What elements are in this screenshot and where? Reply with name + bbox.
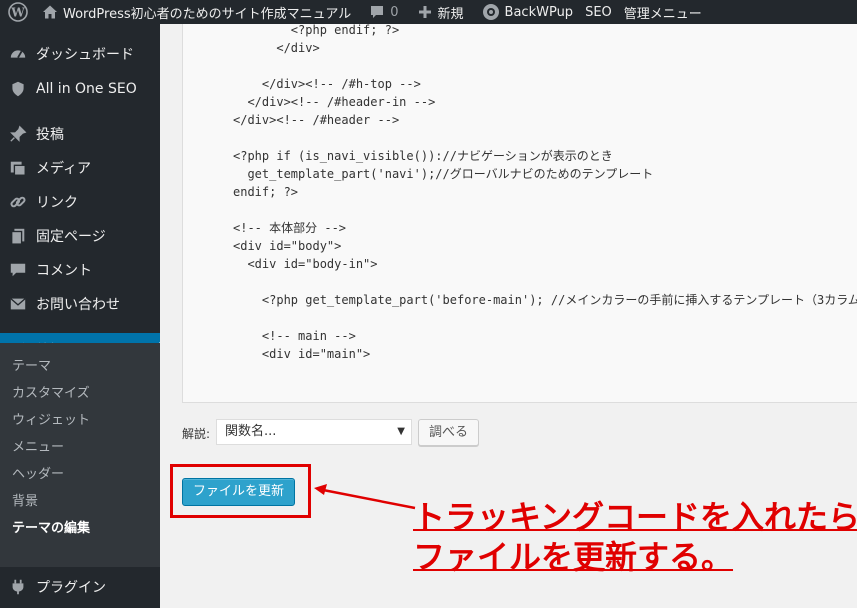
submenu-themes[interactable]: テーマ xyxy=(12,355,51,374)
menu-label: お問い合わせ xyxy=(36,297,120,313)
code-line: <div id="body"> xyxy=(233,239,342,253)
menu-label: ダッシュボード xyxy=(36,47,134,63)
mail-icon xyxy=(8,294,28,314)
home-icon xyxy=(43,5,57,19)
function-name-select[interactable]: 関数名... ▼ xyxy=(216,419,412,445)
seo-label: SEO xyxy=(585,4,612,20)
backwpup-icon xyxy=(482,4,499,20)
wordpress-logo-icon: W xyxy=(8,2,28,22)
code-line: <div id="main"> xyxy=(233,347,371,361)
annotation-arrow xyxy=(314,484,416,510)
admin-menu-link[interactable]: 管理メニュー xyxy=(618,0,708,24)
menu-label: リンク xyxy=(36,195,78,211)
new-content-link[interactable]: 新規 xyxy=(405,0,470,24)
doc-lookup-label: 解説: xyxy=(182,427,211,441)
menu-plugins[interactable]: プラグイン xyxy=(0,570,160,604)
backwpup-label: BackWPup xyxy=(504,4,574,20)
media-icon xyxy=(8,158,28,178)
comment-icon xyxy=(8,260,28,280)
shield-icon xyxy=(8,79,28,99)
menu-label: 固定ページ xyxy=(36,229,106,245)
code-line: <?php endif; ?> xyxy=(233,24,400,37)
annotation-line-2: ファイルを更新する。 xyxy=(413,538,734,576)
plugin-icon xyxy=(8,577,28,597)
admin-sidebar: ダッシュボード All in One SEO 投稿 メディア リンク 固定ページ xyxy=(0,24,160,608)
code-content[interactable]: <?php endif; ?> </div> </div><!-- /#h-to… xyxy=(233,24,857,363)
admin-bar: W WordPress初心者のためのサイト作成マニュアル 0 新規 BackWP… xyxy=(0,0,857,24)
wordpress-logo[interactable]: W xyxy=(0,0,38,24)
menu-pages[interactable]: 固定ページ xyxy=(0,219,160,253)
menu-media[interactable]: メディア xyxy=(0,151,160,185)
menu-posts[interactable]: 投稿 xyxy=(0,117,160,151)
dashboard-icon xyxy=(8,44,28,64)
seo-link[interactable]: SEO xyxy=(579,0,618,24)
code-line: </div><!-- /#h-top --> xyxy=(233,77,421,91)
code-line: <?php if (is_navi_visible())://ナビゲーションが表… xyxy=(233,149,613,163)
lookup-button[interactable]: 調べる xyxy=(418,419,479,446)
code-line: <!-- main --> xyxy=(233,329,356,343)
backwpup-link[interactable]: BackWPup xyxy=(470,0,580,24)
menu-label: 投稿 xyxy=(36,127,64,143)
code-line: </div><!-- /#header-in --> xyxy=(233,95,436,109)
new-label: 新規 xyxy=(437,6,464,22)
link-icon xyxy=(8,192,28,212)
code-line: </div> xyxy=(233,41,320,55)
menu-comments[interactable]: コメント xyxy=(0,253,160,287)
code-editor[interactable]: <?php endif; ?> </div> </div><!-- /#h-to… xyxy=(182,24,857,403)
site-name-link[interactable]: WordPress初心者のためのサイト作成マニュアル xyxy=(38,0,357,24)
update-file-button[interactable]: ファイルを更新 xyxy=(182,478,295,506)
function-name-select-value: 関数名... xyxy=(225,424,277,439)
code-line: endif; ?> xyxy=(233,185,299,199)
site-name: WordPress初心者のためのサイト作成マニュアル xyxy=(63,6,352,22)
submenu-customize[interactable]: カスタマイズ xyxy=(12,382,90,401)
menu-label: All in One SEO xyxy=(36,81,137,97)
admin-menu-label: 管理メニュー xyxy=(623,6,702,22)
appearance-submenu: テーマ カスタマイズ ウィジェット メニュー ヘッダー 背景 テーマの編集 xyxy=(0,343,160,567)
chevron-down-icon: ▼ xyxy=(397,426,405,437)
menu-dashboard[interactable]: ダッシュボード xyxy=(0,37,160,71)
comments-link[interactable]: 0 xyxy=(357,0,404,24)
menu-label: メディア xyxy=(36,161,92,177)
svg-text:W: W xyxy=(10,6,25,20)
comments-count: 0 xyxy=(390,4,399,20)
menu-label: プラグイン xyxy=(36,580,106,596)
menu-all-in-one-seo[interactable]: All in One SEO xyxy=(0,72,160,106)
code-line: <?php get_template_part('before-main'); … xyxy=(233,293,857,307)
pin-icon xyxy=(8,124,28,144)
submenu-header[interactable]: ヘッダー xyxy=(12,463,64,482)
code-line: <!-- 本体部分 --> xyxy=(233,221,347,235)
menu-label: コメント xyxy=(36,263,92,279)
menu-links[interactable]: リンク xyxy=(0,185,160,219)
code-line: get_template_part('navi');//グローバルナビのためのテ… xyxy=(233,167,654,181)
plus-icon xyxy=(418,6,431,18)
submenu-background[interactable]: 背景 xyxy=(12,490,38,509)
submenu-widgets[interactable]: ウィジェット xyxy=(12,409,90,428)
page-icon xyxy=(8,226,28,246)
code-line: </div><!-- /#header --> xyxy=(233,113,400,127)
comment-icon xyxy=(371,6,384,18)
menu-contact[interactable]: お問い合わせ xyxy=(0,287,160,321)
code-line: <div id="body-in"> xyxy=(233,257,378,271)
submenu-menus[interactable]: メニュー xyxy=(12,436,64,455)
submenu-theme-editor[interactable]: テーマの編集 xyxy=(12,517,90,536)
